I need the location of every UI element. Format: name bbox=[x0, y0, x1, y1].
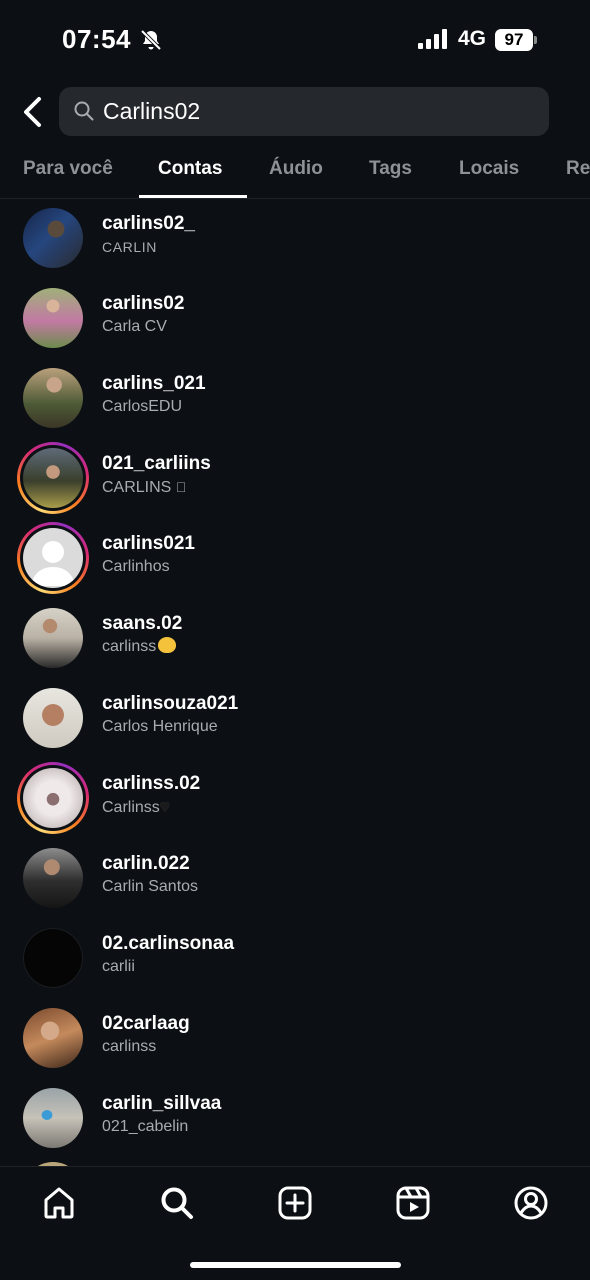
network-type: 4G bbox=[458, 27, 487, 50]
default-avatar[interactable] bbox=[23, 528, 83, 588]
home-indicator bbox=[190, 1262, 401, 1268]
full-name: Carlinss♥ bbox=[102, 797, 170, 816]
username: carlin.022 bbox=[102, 853, 190, 874]
list-item[interactable]: carlins021 Carlinhos bbox=[0, 518, 590, 598]
home-icon bbox=[44, 1187, 74, 1219]
avatar[interactable] bbox=[23, 768, 83, 828]
nav-create-button[interactable] bbox=[275, 1183, 315, 1223]
search-input[interactable] bbox=[103, 87, 533, 136]
username: carlinsouza021 bbox=[102, 693, 239, 714]
avatar[interactable] bbox=[23, 1088, 83, 1148]
list-item[interactable]: 02.carlinsonaa carlii bbox=[0, 918, 590, 998]
status-time: 07:54 bbox=[62, 24, 131, 54]
full-name: Carlin Santos bbox=[102, 878, 199, 895]
person-silhouette-icon bbox=[31, 541, 75, 586]
full-name: carlinss bbox=[102, 1038, 157, 1055]
create-icon bbox=[278, 1186, 312, 1220]
list-item[interactable]: 02carlaag carlinss bbox=[0, 998, 590, 1078]
avatar[interactable] bbox=[23, 608, 83, 668]
avatar[interactable] bbox=[23, 688, 83, 748]
search-icon bbox=[74, 101, 94, 121]
kissing-cat-emoji bbox=[158, 637, 177, 653]
nav-reels-button[interactable] bbox=[393, 1183, 433, 1223]
chevron-left-icon bbox=[24, 97, 41, 127]
full-name: Carla CV bbox=[102, 318, 167, 335]
cellular-signal-icon bbox=[418, 29, 447, 49]
avatar[interactable] bbox=[23, 928, 83, 988]
profile-icon bbox=[514, 1186, 548, 1220]
nav-search-button[interactable] bbox=[157, 1183, 197, 1223]
search-bar[interactable] bbox=[59, 87, 549, 136]
avatar[interactable] bbox=[23, 1008, 83, 1068]
search-tabs: Para você Contas Áudio Tags Locais Re bbox=[0, 146, 590, 199]
list-item[interactable]: 021_carliins CARLINS  bbox=[0, 438, 590, 518]
username: 02carlaag bbox=[102, 1013, 190, 1034]
list-item[interactable]: carlinsouza021 Carlos Henrique bbox=[0, 678, 590, 758]
username: carlins021 bbox=[102, 533, 195, 554]
username: carlins_021 bbox=[102, 373, 206, 394]
search-page: 07:54 4G 97 Para você bbox=[0, 0, 590, 1280]
black-heart-emoji: ♥ bbox=[159, 797, 170, 816]
tab-locais[interactable]: Locais bbox=[459, 158, 519, 180]
nav-profile-button[interactable] bbox=[511, 1183, 551, 1223]
full-name: CARLINS  bbox=[102, 476, 211, 499]
username: carlins02 bbox=[102, 293, 185, 314]
username: 02.carlinsonaa bbox=[102, 933, 235, 954]
list-item[interactable]: carlins_021 CarlosEDU bbox=[0, 358, 590, 438]
list-item[interactable]: carlin_sillvaa 021_cabelin bbox=[0, 1078, 590, 1158]
list-item[interactable]: carlinss.02 Carlinss♥ bbox=[0, 758, 590, 838]
username: carlin_sillvaa bbox=[102, 1093, 222, 1114]
full-name: CARLIN bbox=[102, 239, 157, 255]
tab-para-voce[interactable]: Para você bbox=[23, 158, 113, 180]
battery-icon: 97 bbox=[495, 29, 537, 51]
bell-off-icon bbox=[140, 29, 162, 51]
back-button[interactable] bbox=[16, 92, 48, 132]
search-icon bbox=[161, 1187, 193, 1219]
tab-reels[interactable]: Re bbox=[566, 158, 590, 180]
status-bar: 07:54 4G 97 bbox=[0, 0, 590, 80]
full-name: CarlosEDU bbox=[102, 398, 183, 415]
username: 021_carliins bbox=[102, 453, 211, 474]
avatar[interactable] bbox=[23, 848, 83, 908]
avatar[interactable] bbox=[23, 448, 83, 508]
list-item[interactable]: saans.02 carlinss bbox=[0, 598, 590, 678]
list-item[interactable]: carlin.022 Carlin Santos bbox=[0, 838, 590, 918]
tab-contas[interactable]: Contas bbox=[158, 158, 222, 180]
avatar[interactable] bbox=[23, 288, 83, 348]
full-name: Carlos Henrique bbox=[102, 718, 218, 735]
full-name: carlii bbox=[102, 958, 135, 975]
tab-audio[interactable]: Áudio bbox=[269, 158, 323, 180]
list-item[interactable]: carlins02 Carla CV bbox=[0, 278, 590, 358]
avatar[interactable] bbox=[23, 368, 83, 428]
avatar[interactable] bbox=[23, 208, 83, 268]
reels-icon bbox=[396, 1186, 430, 1220]
nav-home-button[interactable] bbox=[39, 1183, 79, 1223]
apple-icon:  bbox=[176, 479, 187, 495]
full-name: 021_cabelin bbox=[102, 1118, 189, 1135]
username: carlinss.02 bbox=[102, 773, 201, 794]
battery-level: 97 bbox=[495, 29, 533, 51]
full-name: Carlinhos bbox=[102, 558, 170, 575]
full-name: carlinss bbox=[102, 636, 182, 658]
tab-tags[interactable]: Tags bbox=[369, 158, 412, 180]
username: carlins02_ bbox=[102, 213, 195, 234]
list-item[interactable]: carlins02_ CARLIN bbox=[0, 198, 590, 278]
username: saans.02 bbox=[102, 613, 183, 634]
